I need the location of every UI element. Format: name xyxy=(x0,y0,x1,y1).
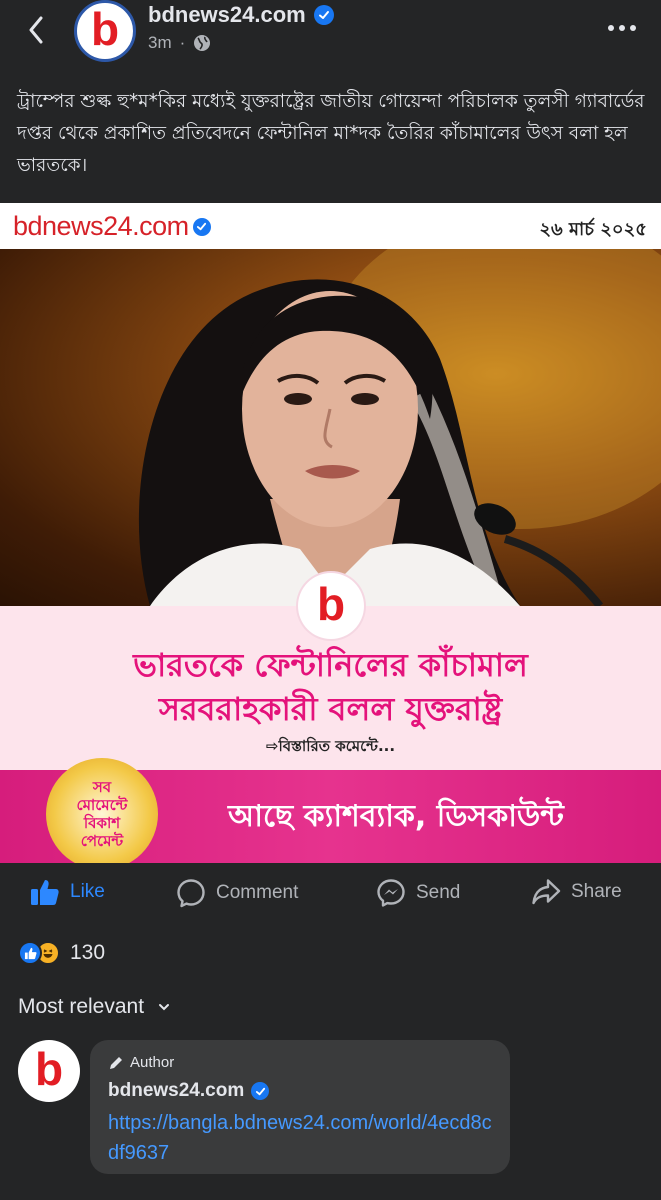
promo-badge-line-1: সব xyxy=(92,778,112,796)
more-horizontal-icon xyxy=(608,25,614,31)
comment-link[interactable]: https://bangla.bdnews24.com/world/4ecd8c… xyxy=(108,1108,500,1168)
post-actions: Like Comment Send Share xyxy=(0,866,661,922)
card-date: ২৬ মার্চ ২০২৫ xyxy=(539,219,647,240)
reaction-icons xyxy=(18,940,62,966)
comment-verified-icon xyxy=(251,1082,270,1100)
headline-line-1: ভারতকে ফেন্টানিলের কাঁচামাল xyxy=(133,646,528,684)
card-logo-letter: b xyxy=(316,578,346,630)
comment-label: Comment xyxy=(216,882,299,903)
back-arrow-icon xyxy=(29,16,43,44)
reaction-count: 130 xyxy=(70,941,106,964)
brand-name: bdnews24.com xyxy=(13,211,189,241)
card-round-logo: b xyxy=(298,573,364,639)
reactions-summary[interactable]: 130 xyxy=(18,940,105,966)
promo-text: আছে ক্যাশব্যাক, ডিসকাউন্ট xyxy=(228,799,564,834)
promo-badge-line-2: মোমেন্টে xyxy=(76,796,128,814)
share-label: Share xyxy=(571,881,622,902)
comment-author-text: bdnews24.com xyxy=(108,1080,245,1101)
page-name[interactable]: bdnews24.com xyxy=(148,2,334,28)
comment-bubble: Author bdnews24.com https://bangla.bdnew… xyxy=(90,1040,510,1174)
details-hint: ⇨বিস্তারিত কমেন্টে... xyxy=(265,737,396,755)
like-label: Like xyxy=(70,881,105,902)
page-name-text: bdnews24.com xyxy=(148,2,306,27)
post-meta: 3m · xyxy=(148,33,211,53)
page-avatar[interactable]: b xyxy=(74,0,136,62)
thumbs-up-icon xyxy=(31,880,59,905)
more-options-button[interactable] xyxy=(600,12,644,44)
dot-separator: · xyxy=(179,33,186,52)
comment-author-name[interactable]: bdnews24.com xyxy=(108,1080,270,1102)
like-button[interactable]: Like xyxy=(30,878,105,906)
share-button[interactable]: Share xyxy=(531,878,622,906)
globe-icon xyxy=(194,35,211,51)
promo-badge-line-3: বিকাশ xyxy=(83,814,121,832)
portrait-illustration xyxy=(138,249,661,606)
like-reaction-icon xyxy=(18,941,42,965)
post-time: 3m xyxy=(148,33,172,52)
chevron-down-icon xyxy=(159,1004,170,1011)
comment-sort-dropdown[interactable]: Most relevant xyxy=(18,995,170,1019)
avatar-letter: b xyxy=(90,3,120,55)
card-headline: ভারতকে ফেন্টানিলের কাঁচামাল সরবরাহকারী ব… xyxy=(0,643,661,731)
send-button[interactable]: Send xyxy=(376,878,460,908)
post-caption: ট্রাম্পের শুল্ক হু*ম*কির মধ্যেই যুক্তরাষ… xyxy=(17,91,645,176)
pen-icon xyxy=(110,1056,122,1069)
verified-badge-icon xyxy=(313,5,334,25)
comment-avatar[interactable]: b xyxy=(18,1040,80,1102)
sort-label: Most relevant xyxy=(18,995,145,1018)
send-label: Send xyxy=(416,882,461,903)
comment-button[interactable]: Comment xyxy=(176,878,298,908)
share-icon xyxy=(532,879,561,905)
promo-badge: সব মোমেন্টে বিকাশ পেমেন্ট xyxy=(46,758,158,863)
comment-avatar-letter: b xyxy=(34,1043,64,1095)
author-label: Author xyxy=(130,1054,175,1071)
back-button[interactable] xyxy=(14,8,58,52)
comment-icon xyxy=(177,879,205,908)
brand-logo: bdnews24.com xyxy=(13,211,211,242)
post-image[interactable]: bdnews24.com ২৬ মার্চ ২০২৫ b ভারতকে ফেন্… xyxy=(0,203,661,863)
next-comment-peek xyxy=(90,1180,650,1200)
promo-banner: সব মোমেন্টে বিকাশ পেমেন্ট আছে ক্যাশব্যাক… xyxy=(0,758,661,863)
promo-badge-line-4: পেমেন্ট xyxy=(80,832,124,850)
messenger-icon xyxy=(377,879,405,907)
card-header: bdnews24.com ২৬ মার্চ ২০২৫ xyxy=(0,203,661,249)
brand-verified-icon xyxy=(192,217,211,236)
author-badge: Author xyxy=(108,1054,174,1071)
headline-line-2: সরবরাহকারী বলল যুক্তরাষ্ট্র xyxy=(158,690,503,728)
news-photo xyxy=(0,249,661,606)
